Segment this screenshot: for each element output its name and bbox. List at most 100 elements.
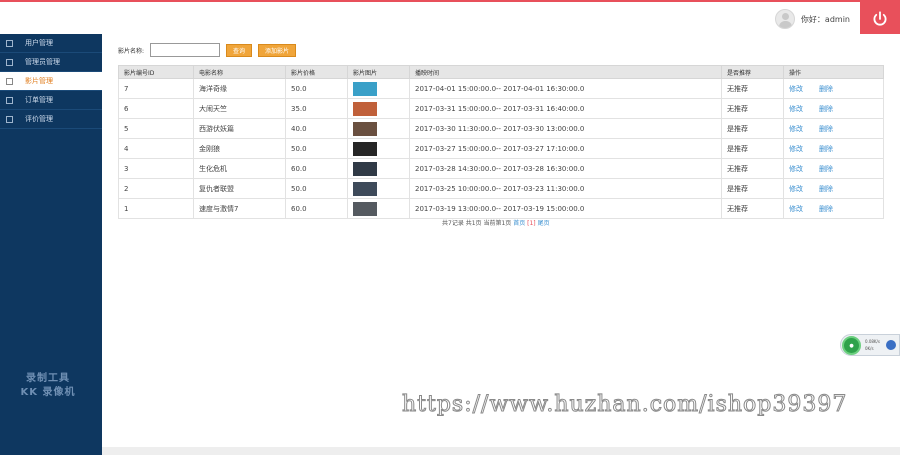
movie-thumbnail [353, 81, 377, 96]
cell-id: 3 [118, 158, 194, 179]
delete-link[interactable]: 删除 [819, 85, 833, 93]
cell-image [347, 158, 410, 179]
upload-speed: 0.08K/s [865, 339, 880, 344]
bottom-scrollbar[interactable] [102, 447, 900, 455]
cell-time: 2017-03-31 15:00:00.0-- 2017-03-31 16:40… [409, 98, 722, 119]
sidebar-item-orders[interactable]: 订单管理 [0, 91, 102, 110]
table-row: 7 海洋奇缘 50.0 2017-04-01 15:00:00.0-- 2017… [118, 78, 884, 99]
column-header: 播映时间 [409, 65, 722, 79]
cell-price: 50.0 [285, 78, 348, 99]
sidebar-item-label: 评价管理 [25, 115, 53, 123]
cell-image [347, 178, 410, 199]
sidebar: 用户管理 管理员管理 影片管理 订单管理 评价管理 录制工具 KK 录像机 [0, 34, 102, 455]
column-header: 操作 [783, 65, 884, 79]
greeting-text: 你好：admin [800, 14, 850, 24]
cell-price: 50.0 [285, 138, 348, 159]
search-label: 影片名称: [118, 47, 145, 55]
cell-name: 西游伏妖篇 [193, 118, 286, 139]
menu-icon [6, 58, 13, 66]
network-speed-widget[interactable]: ● 0.08K/s 0K/s [840, 334, 900, 356]
cell-recommend: 无推荐 [721, 158, 784, 179]
cell-actions: 修改 删除 [783, 78, 884, 99]
cell-time: 2017-04-01 15:00:00.0-- 2017-04-01 16:30… [409, 78, 722, 99]
column-header: 电影名称 [193, 65, 286, 79]
cell-time: 2017-03-30 11:30:00.0-- 2017-03-30 13:00… [409, 118, 722, 139]
current-page-link[interactable]: [1] [527, 220, 536, 227]
edit-link[interactable]: 修改 [789, 205, 803, 213]
sidebar-item-admins[interactable]: 管理员管理 [0, 53, 102, 72]
sidebar-item-label: 订单管理 [25, 96, 53, 104]
cell-name: 复仇者联盟 [193, 178, 286, 199]
cell-name: 大闹天竺 [193, 98, 286, 119]
edit-link[interactable]: 修改 [789, 165, 803, 173]
delete-link[interactable]: 删除 [819, 185, 833, 193]
cell-price: 60.0 [285, 158, 348, 179]
cell-name: 生化危机 [193, 158, 286, 179]
cell-recommend: 无推荐 [721, 198, 784, 219]
search-bar: 影片名称: 查询 添加影片 [118, 43, 297, 57]
edit-link[interactable]: 修改 [789, 125, 803, 133]
cell-id: 1 [118, 198, 194, 219]
delete-link[interactable]: 删除 [819, 105, 833, 113]
cell-actions: 修改 删除 [783, 138, 884, 159]
cell-id: 2 [118, 178, 194, 199]
menu-icon [6, 77, 13, 85]
column-header: 影片图片 [347, 65, 410, 79]
cell-recommend: 是推荐 [721, 138, 784, 159]
edit-link[interactable]: 修改 [789, 105, 803, 113]
table-row: 1 速度与激情7 60.0 2017-03-19 13:00:00.0-- 20… [118, 198, 884, 219]
column-header: 是否推荐 [721, 65, 784, 79]
cell-id: 7 [118, 78, 194, 99]
movie-name-input[interactable] [150, 43, 221, 57]
cell-time: 2017-03-19 13:00:00.0-- 2017-03-19 15:00… [409, 198, 722, 219]
cell-price: 60.0 [285, 198, 348, 219]
sidebar-item-label: 用户管理 [25, 39, 53, 47]
table-row: 4 金刚狼 50.0 2017-03-27 15:00:00.0-- 2017-… [118, 138, 884, 159]
delete-link[interactable]: 删除 [819, 205, 833, 213]
edit-link[interactable]: 修改 [789, 185, 803, 193]
query-button[interactable]: 查询 [226, 43, 253, 57]
cell-name: 速度与激情7 [193, 198, 286, 219]
cell-id: 6 [118, 98, 194, 119]
cell-time: 2017-03-27 15:00:00.0-- 2017-03-27 17:10… [409, 138, 722, 159]
movie-thumbnail [353, 201, 377, 216]
last-page-link[interactable]: 尾页 [538, 220, 550, 227]
delete-link[interactable]: 删除 [819, 125, 833, 133]
url-watermark: https://www.huzhan.com/ishop39397 [401, 392, 848, 418]
cell-actions: 修改 删除 [783, 198, 884, 219]
delete-link[interactable]: 删除 [819, 145, 833, 153]
edit-link[interactable]: 修改 [789, 85, 803, 93]
table-row: 3 生化危机 60.0 2017-03-28 14:30:00.0-- 2017… [118, 158, 884, 179]
cell-actions: 修改 删除 [783, 118, 884, 139]
cell-actions: 修改 删除 [783, 178, 884, 199]
logout-button[interactable] [860, 2, 900, 36]
user-avatar-icon [774, 9, 795, 29]
cell-recommend: 是推荐 [721, 178, 784, 199]
delete-link[interactable]: 删除 [819, 165, 833, 173]
cell-price: 40.0 [285, 118, 348, 139]
sidebar-item-movies[interactable]: 影片管理 [0, 72, 102, 91]
movie-table: 影片编号ID 电影名称 影片价格 影片图片 播映时间 是否推荐 操作 7 海洋奇… [118, 65, 884, 219]
pagination-summary: 共7记录 共1页 当前第1页 [442, 220, 512, 227]
speed-text: 0.08K/s 0K/s [865, 338, 880, 352]
sidebar-item-reviews[interactable]: 评价管理 [0, 110, 102, 129]
recorder-watermark: 录制工具 KK 录像机 [0, 372, 96, 400]
first-page-link[interactable]: 首页 [513, 220, 525, 227]
power-icon [873, 11, 887, 26]
movie-thumbnail [353, 181, 377, 196]
cell-time: 2017-03-25 10:00:00.0-- 2017-03-23 11:30… [409, 178, 722, 199]
column-header: 影片价格 [285, 65, 348, 79]
movie-thumbnail [353, 101, 377, 116]
cell-actions: 修改 删除 [783, 98, 884, 119]
movie-thumbnail [353, 161, 377, 176]
cell-image [347, 98, 410, 119]
add-movie-button[interactable]: 添加影片 [258, 43, 297, 57]
table-header-row: 影片编号ID 电影名称 影片价格 影片图片 播映时间 是否推荐 操作 [118, 65, 884, 79]
speed-gauge-icon: ● [842, 336, 861, 355]
cell-recommend: 是推荐 [721, 118, 784, 139]
movie-thumbnail [353, 121, 377, 136]
user-info: 你好：admin [774, 6, 850, 32]
menu-icon [6, 115, 13, 123]
sidebar-item-users[interactable]: 用户管理 [0, 34, 102, 53]
edit-link[interactable]: 修改 [789, 145, 803, 153]
